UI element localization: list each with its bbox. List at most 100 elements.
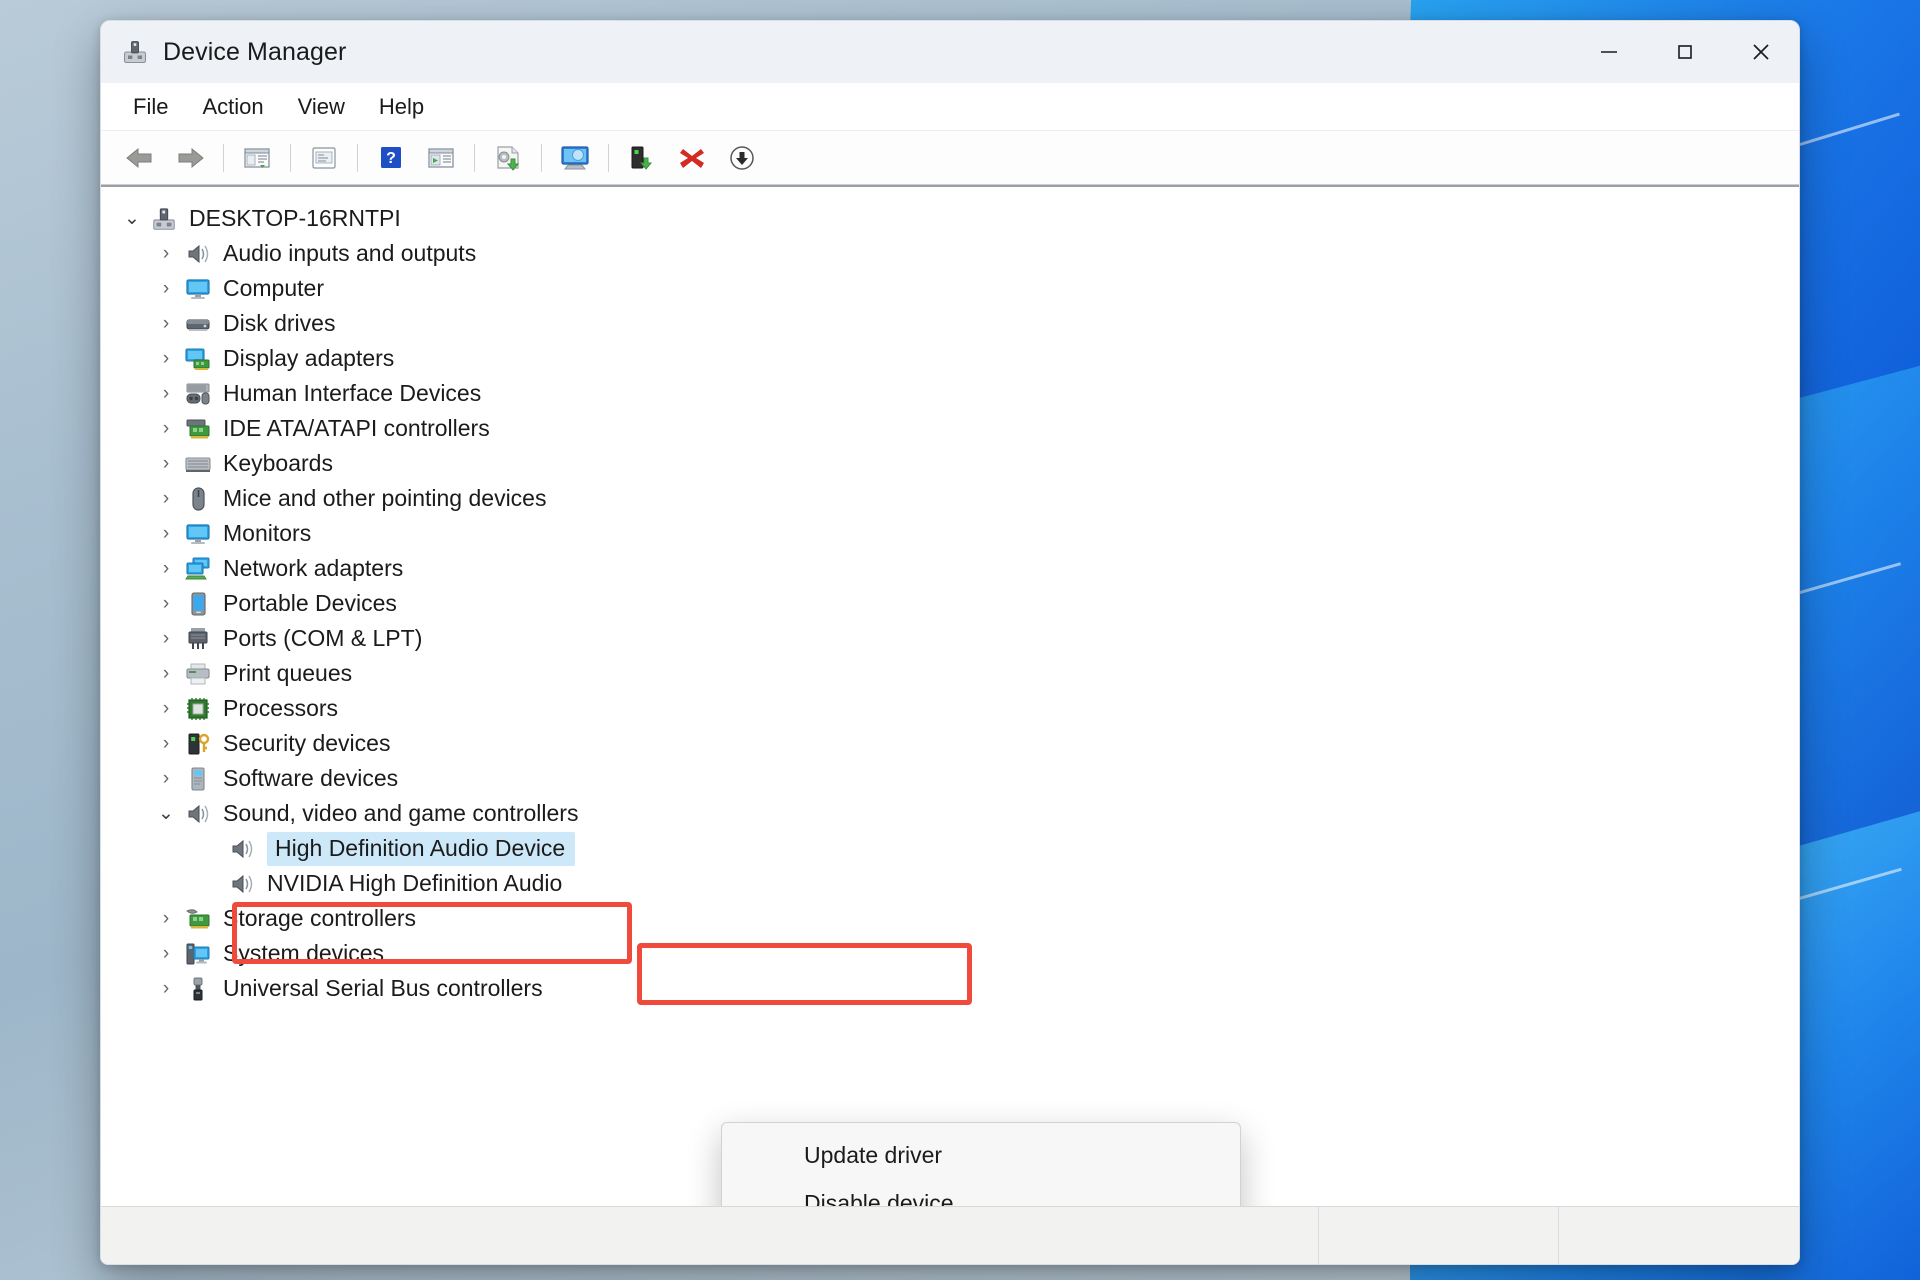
desktop: Device Manager File Action View Help ? ⌄… <box>0 0 1920 1280</box>
forward-button[interactable] <box>168 137 212 179</box>
monitor-icon <box>186 278 210 299</box>
tree-row[interactable]: › Security devices <box>101 726 1799 761</box>
scan-hardware-changes-button[interactable] <box>553 137 597 179</box>
ctx-disable-device[interactable]: Disable device <box>722 1179 1240 1207</box>
enable-device-button[interactable] <box>620 137 664 179</box>
context-menu[interactable]: Update driver Disable device Uninstall d… <box>721 1122 1241 1206</box>
chevron-down-icon[interactable]: ⌄ <box>115 209 149 228</box>
window-controls <box>1571 21 1799 83</box>
hid-gamepad-icon <box>186 383 210 404</box>
tree-row[interactable]: › Human Interface Devices <box>101 376 1799 411</box>
tree-row-selected[interactable]: High Definition Audio Device <box>101 831 1799 866</box>
menu-bar: File Action View Help <box>101 83 1799 131</box>
toolbar-separator <box>357 143 358 172</box>
chevron-right-icon[interactable]: › <box>149 594 183 613</box>
tree-label: Storage controllers <box>223 905 417 931</box>
tree-row[interactable]: › Storage controllers <box>101 901 1799 936</box>
chevron-right-icon[interactable]: › <box>149 769 183 788</box>
usb-icon <box>193 977 203 1000</box>
display-adapter-icon <box>185 347 210 370</box>
chevron-right-icon[interactable]: › <box>149 944 183 963</box>
tree-label: System devices <box>223 940 385 966</box>
chevron-right-icon[interactable]: › <box>149 559 183 578</box>
tree-row[interactable]: › Display adapters <box>101 341 1799 376</box>
mouse-icon <box>192 486 205 511</box>
ide-controller-icon <box>186 419 210 438</box>
menu-view[interactable]: View <box>284 90 359 124</box>
tree-row[interactable]: › Print queues <box>101 656 1799 691</box>
tree-row[interactable]: › Monitors <box>101 516 1799 551</box>
tree-label: Mice and other pointing devices <box>223 485 547 511</box>
back-button[interactable] <box>118 137 162 179</box>
tree-label: Sound, video and game controllers <box>223 800 579 826</box>
tree-row[interactable]: › Universal Serial Bus controllers <box>101 971 1799 1006</box>
status-bar <box>101 1206 1799 1264</box>
help-question-icon: ? <box>381 146 401 168</box>
close-button[interactable] <box>1723 21 1799 83</box>
chevron-right-icon[interactable]: › <box>149 664 183 683</box>
chevron-right-icon[interactable]: › <box>149 979 183 998</box>
tree-row[interactable]: ⌄ Sound, video and game controllers <box>101 796 1799 831</box>
tree-row[interactable]: › Software devices <box>101 761 1799 796</box>
chevron-right-icon[interactable]: › <box>149 524 183 543</box>
chevron-right-icon[interactable]: › <box>149 419 183 438</box>
tree-label: Network adapters <box>223 555 404 581</box>
uninstall-device-button[interactable] <box>670 137 714 179</box>
chevron-right-icon[interactable]: › <box>149 244 183 263</box>
menu-action[interactable]: Action <box>188 90 277 124</box>
tree-row[interactable]: › Disk drives <box>101 306 1799 341</box>
tree-label: Processors <box>223 695 339 721</box>
chevron-down-icon[interactable]: ⌄ <box>149 804 183 823</box>
toolbar-separator <box>608 143 609 172</box>
chevron-right-icon[interactable]: › <box>149 909 183 928</box>
tree-row[interactable]: › Portable Devices <box>101 586 1799 621</box>
maximize-button[interactable] <box>1647 21 1723 83</box>
console-tree-icon <box>244 147 270 168</box>
tree-row[interactable]: NVIDIA High Definition Audio <box>101 866 1799 901</box>
disable-down-arrow-icon <box>730 145 754 170</box>
view-devices-button[interactable] <box>419 137 463 179</box>
chevron-right-icon[interactable]: › <box>149 629 183 648</box>
tree-row[interactable]: › IDE ATA/ATAPI controllers <box>101 411 1799 446</box>
chevron-right-icon[interactable]: › <box>149 454 183 473</box>
device-tree[interactable]: ⌄ DESKTOP-16RNTPI › Audio inputs and out… <box>101 185 1799 1206</box>
tree-row[interactable]: › Ports (COM & LPT) <box>101 621 1799 656</box>
update-driver-button[interactable] <box>486 137 530 179</box>
tree-label: DESKTOP-16RNTPI <box>189 205 401 231</box>
menu-help[interactable]: Help <box>365 90 438 124</box>
tree-label: Keyboards <box>223 450 333 476</box>
processor-chip-icon <box>187 697 209 720</box>
device-manager-icon <box>123 41 147 64</box>
toolbar-separator <box>290 143 291 172</box>
tree-row[interactable]: › Network adapters <box>101 551 1799 586</box>
chevron-right-icon[interactable]: › <box>149 314 183 333</box>
tree-row[interactable]: › Processors <box>101 691 1799 726</box>
chevron-right-icon[interactable]: › <box>149 489 183 508</box>
tree-row[interactable]: ⌄ DESKTOP-16RNTPI <box>101 201 1799 236</box>
help-button[interactable]: ? <box>369 137 413 179</box>
properties-button[interactable] <box>302 137 346 179</box>
tree-row[interactable]: › Computer <box>101 271 1799 306</box>
ctx-update-driver[interactable]: Update driver <box>722 1131 1240 1179</box>
tree-label: IDE ATA/ATAPI controllers <box>223 415 490 441</box>
menu-file[interactable]: File <box>119 90 182 124</box>
close-icon <box>1753 44 1769 60</box>
portable-device-icon <box>191 591 206 616</box>
chevron-right-icon[interactable]: › <box>149 699 183 718</box>
chevron-right-icon[interactable]: › <box>149 384 183 403</box>
chevron-right-icon[interactable]: › <box>149 349 183 368</box>
tree-row[interactable]: › Audio inputs and outputs <box>101 236 1799 271</box>
svg-text:?: ? <box>386 150 396 167</box>
tree-row[interactable]: › Mice and other pointing devices <box>101 481 1799 516</box>
minimize-button[interactable] <box>1571 21 1647 83</box>
tree-label: Portable Devices <box>223 590 397 616</box>
maximize-icon <box>1678 45 1692 59</box>
tree-row[interactable]: › System devices <box>101 936 1799 971</box>
title-bar[interactable]: Device Manager <box>101 21 1799 83</box>
tree-row[interactable]: › Keyboards <box>101 446 1799 481</box>
disable-device-button[interactable] <box>720 137 764 179</box>
chevron-right-icon[interactable]: › <box>149 279 183 298</box>
show-hide-console-tree-button[interactable] <box>235 137 279 179</box>
chevron-right-icon[interactable]: › <box>149 734 183 753</box>
toolbar-separator <box>223 143 224 172</box>
